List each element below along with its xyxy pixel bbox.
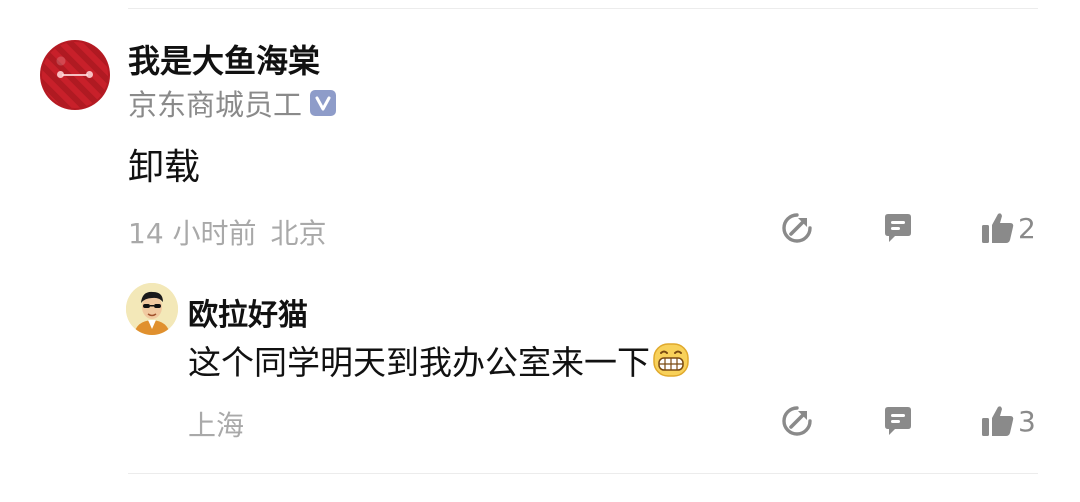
comment-icon	[881, 405, 915, 439]
comment-icon	[881, 212, 915, 246]
reply-avatar[interactable]	[126, 283, 178, 335]
reply-location: 上海	[188, 409, 245, 442]
thumbs-up-icon	[980, 211, 1016, 245]
grin-emoji-icon	[652, 341, 690, 379]
avatar[interactable]	[40, 40, 110, 110]
bottom-divider	[128, 473, 1038, 474]
verified-v-icon	[310, 90, 337, 116]
comment-meta: 14 小时前 北京	[128, 212, 327, 252]
share-button[interactable]	[780, 211, 814, 245]
comment-time: 14 小时前	[128, 217, 257, 250]
author-badge-row: 京东商城员工	[128, 82, 337, 124]
reply-content: 这个同学明天到我办公室来一下	[188, 336, 690, 384]
like-button[interactable]: 2	[980, 211, 1036, 245]
share-icon	[780, 211, 814, 245]
comment-text: 卸载	[128, 147, 201, 188]
comment-author-name[interactable]: 我是大鱼海棠	[128, 36, 320, 82]
reply-text: 这个同学明天到我办公室来一下	[188, 343, 650, 382]
reply-share-button[interactable]	[780, 404, 814, 438]
comment-location: 北京	[270, 217, 327, 250]
thumbs-up-icon	[980, 404, 1016, 438]
reply-button[interactable]	[881, 212, 915, 246]
reply-like-button[interactable]: 3	[980, 404, 1036, 438]
share-icon	[780, 404, 814, 438]
reply-like-count: 3	[1018, 404, 1036, 438]
like-count: 2	[1018, 211, 1036, 245]
author-badge-text: 京东商城员工	[128, 88, 303, 122]
reply-comment-button[interactable]	[881, 405, 915, 439]
reply-author-name[interactable]: 欧拉好猫	[188, 290, 308, 334]
top-divider	[128, 8, 1038, 9]
